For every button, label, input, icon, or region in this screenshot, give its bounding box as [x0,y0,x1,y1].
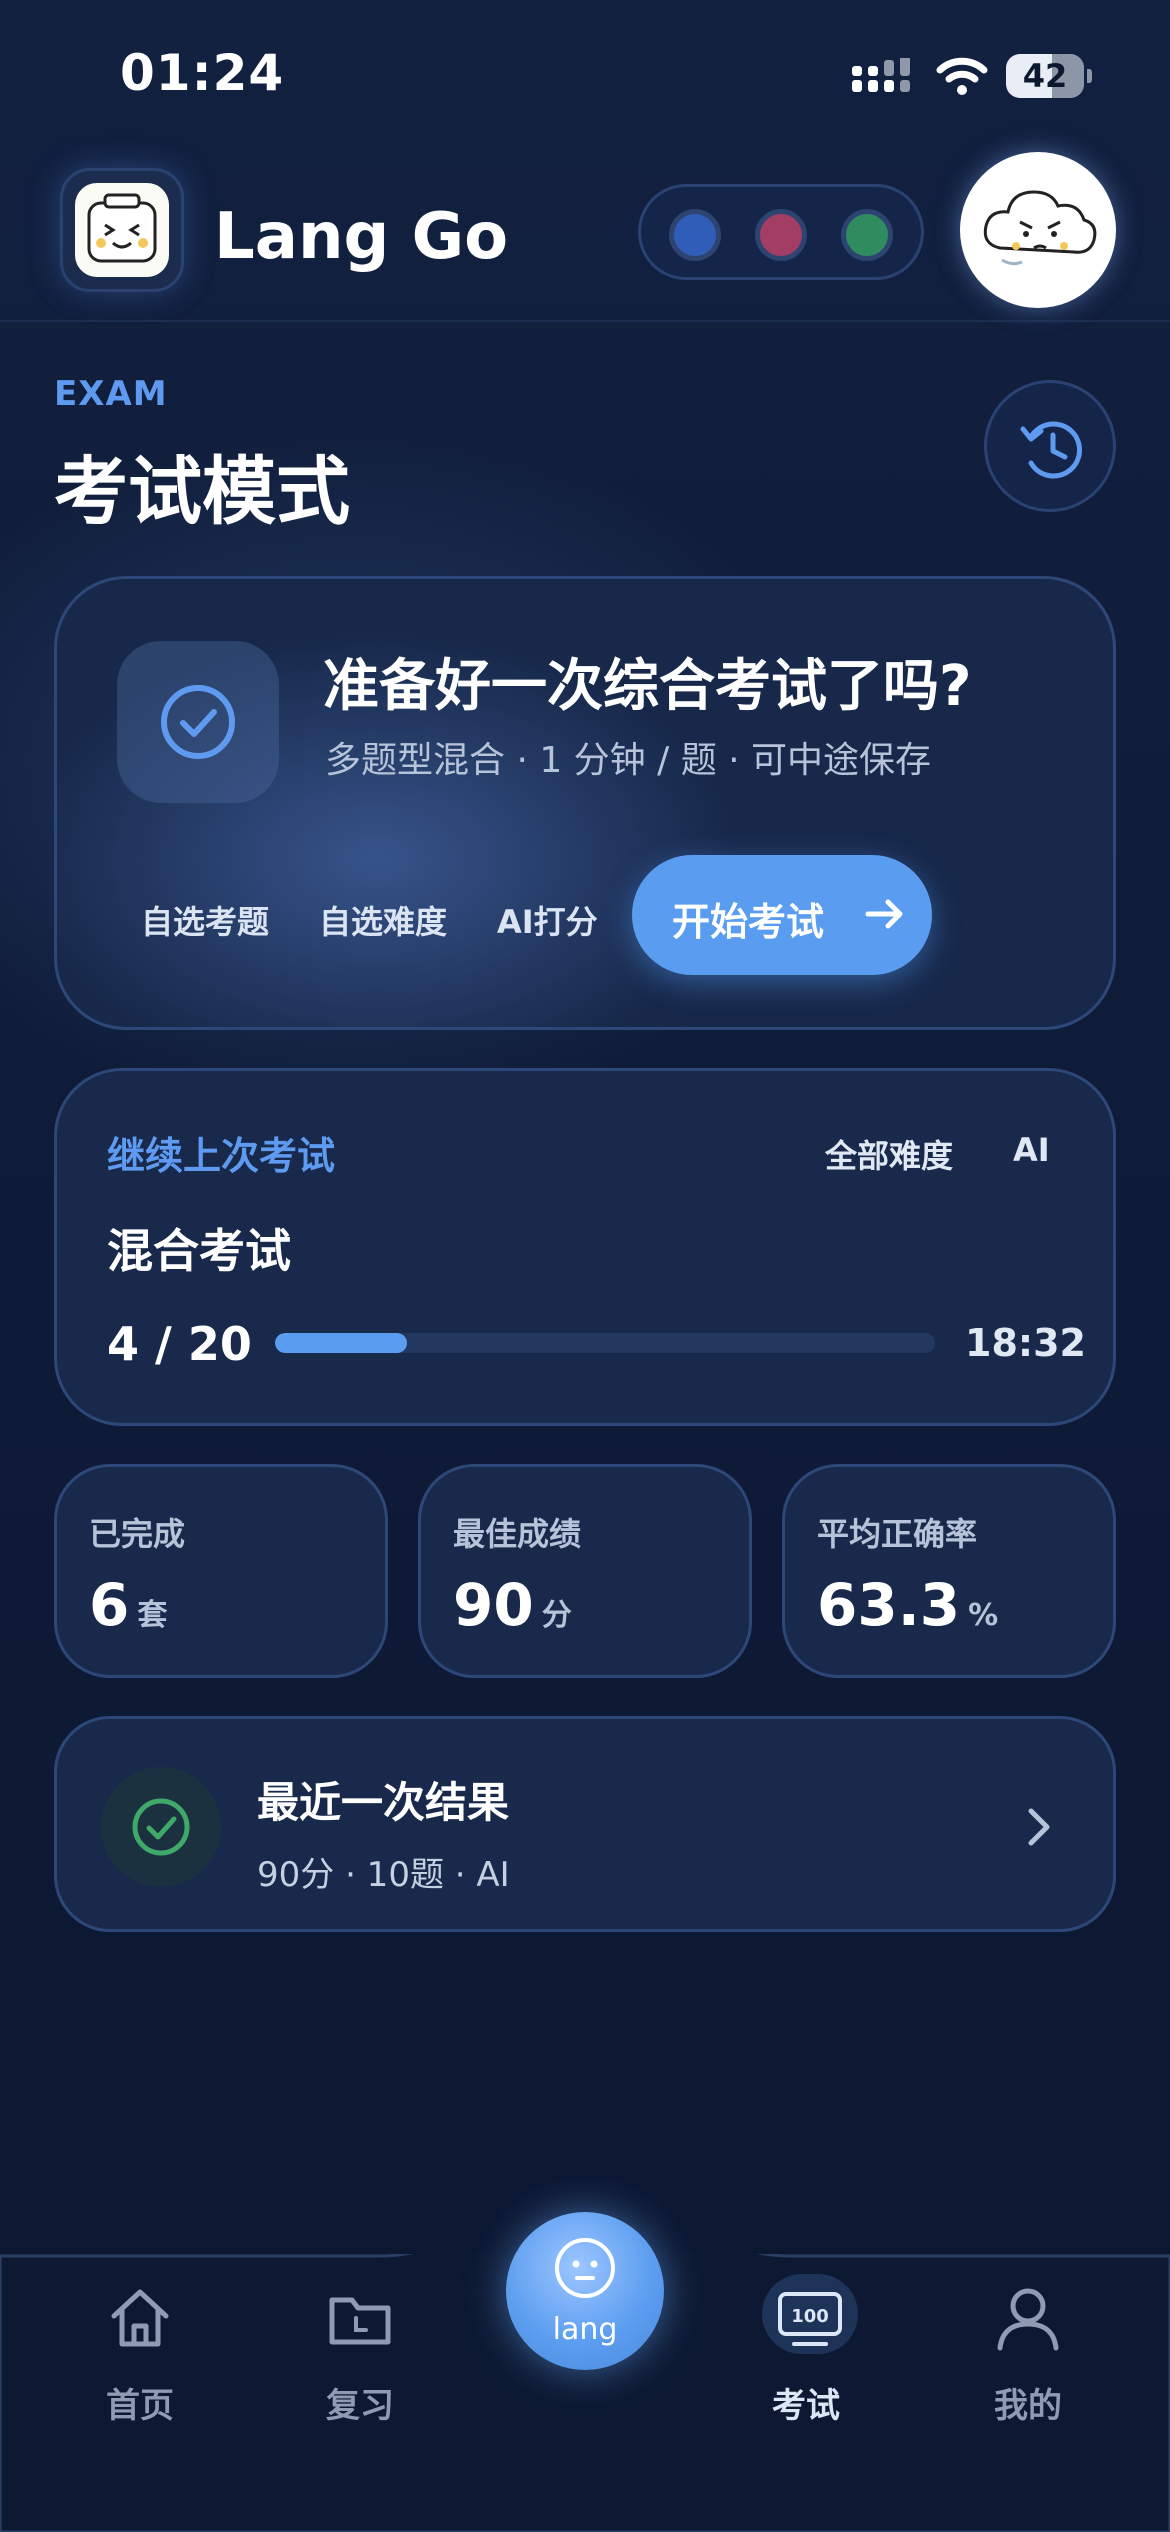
battery-percent: 42 [1022,57,1068,95]
difficulty-tag: 全部难度 [825,1137,954,1175]
stat-value: 63.3% [817,1571,999,1639]
cellular-signal-icon [852,58,910,92]
remaining-time: 18:32 [965,1321,1086,1365]
nav-label: 复习 [326,2386,394,2426]
check-circle-green-icon [132,1798,190,1856]
color-dot-green[interactable] [841,209,893,261]
stat-label: 最佳成绩 [453,1515,582,1553]
arrow-right-icon [865,899,903,929]
page-eyebrow: EXAM [54,374,168,414]
mascot-logo-icon [87,193,157,263]
stat-label: 平均正确率 [817,1515,978,1553]
stat-card-best-score: 最佳成绩 90 分 [418,1464,752,1678]
svg-text:100: 100 [791,2306,829,2327]
header-divider [0,320,1170,322]
history-icon [1020,421,1082,479]
stat-card-completed: 已完成 6套 [54,1464,388,1678]
wifi-icon [936,57,988,95]
exam-title: 混合考试 [107,1224,291,1278]
nav-label: 考试 [772,2386,840,2426]
profile-icon [997,2288,1059,2351]
feature-chip-ai-scoring: AI打分 [497,903,598,941]
stat-label: 已完成 [89,1515,186,1553]
feature-chip-choose-questions: 自选考题 [141,903,270,941]
battery-indicator: 42 [1006,54,1092,98]
ai-tag: AI [1013,1131,1050,1169]
progress-fill [275,1333,407,1353]
status-time: 01:24 [120,44,285,102]
home-icon [111,2289,169,2347]
continue-exam-card[interactable]: 继续上次考试 全部难度 AI 混合考试 4 / 20 18:32 [54,1068,1116,1426]
start-exam-button[interactable]: 开始考试 [632,855,932,975]
start-exam-label: 开始考试 [672,900,825,944]
stat-value: 6套 [89,1571,168,1639]
theme-color-selector[interactable] [638,184,924,280]
page-title: 考试模式 [54,449,350,535]
hero-subtitle: 多题型混合 · 1 分钟 / 题 · 可中途保存 [325,740,932,781]
app-title: Lang Go [214,200,509,274]
continue-label: 继续上次考试 [107,1134,336,1178]
center-lang-button[interactable]: lang [506,2212,664,2370]
check-badge [117,641,279,803]
nav-item-profile[interactable]: 我的 [948,2282,1108,2426]
check-circle-icon [161,685,235,759]
folder-icon [329,2297,391,2345]
nav-label: 我的 [994,2386,1062,2426]
color-dot-blue[interactable] [669,209,721,261]
hero-title: 准备好一次综合考试了吗? [323,654,972,719]
exam-intro-card: 准备好一次综合考试了吗? 多题型混合 · 1 分钟 / 题 · 可中途保存 自选… [54,576,1116,1030]
chevron-right-icon [1028,1808,1050,1846]
smiley-face-icon [555,2238,615,2298]
exam-100-icon: 100 [778,2292,842,2346]
nav-item-home[interactable]: 首页 [60,2282,220,2426]
nav-label: 首页 [106,2386,174,2426]
nav-item-exam[interactable]: 100 考试 [726,2274,886,2426]
app-logo[interactable] [60,168,184,292]
avatar[interactable] [960,152,1116,308]
progress-bar [275,1333,935,1353]
progress-count: 4 / 20 [107,1317,252,1371]
recent-title: 最近一次结果 [257,1778,510,1827]
color-dot-pink[interactable] [755,209,807,261]
center-label: lang [552,2312,618,2347]
stat-card-accuracy: 平均正确率 63.3% [782,1464,1116,1678]
history-button[interactable] [984,380,1116,512]
feature-chip-choose-difficulty: 自选难度 [319,903,448,941]
cloud-mascot-icon [983,190,1097,266]
recent-subtitle: 90分 · 10题 · AI [257,1855,510,1895]
result-badge [101,1767,221,1887]
nav-item-review[interactable]: 复习 [280,2282,440,2426]
recent-result-card[interactable]: 最近一次结果 90分 · 10题 · AI [54,1716,1116,1932]
stat-value: 90 分 [453,1571,572,1639]
